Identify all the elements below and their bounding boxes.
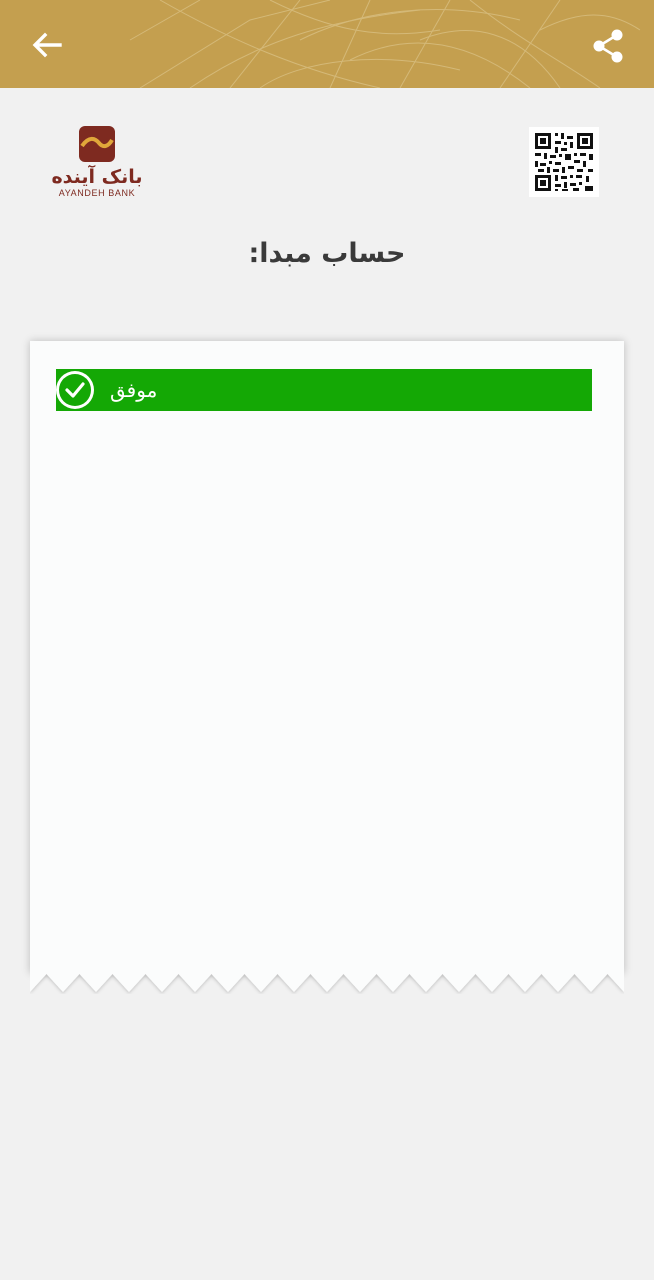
receipt-torn-edge xyxy=(30,972,624,992)
source-account-title: حساب مبدا: xyxy=(248,238,406,269)
app-header xyxy=(0,0,654,88)
status-label: موفق xyxy=(110,378,158,402)
qr-code-icon xyxy=(529,127,599,197)
arrow-left-icon xyxy=(32,32,62,58)
bank-logo-mark-icon xyxy=(79,126,115,162)
header-pattern xyxy=(129,0,641,88)
bank-logo: بانک آینده AYANDEH BANK xyxy=(50,124,144,206)
qr-code[interactable] xyxy=(529,127,599,197)
share-button[interactable] xyxy=(586,24,630,68)
bank-name-english: AYANDEH BANK xyxy=(58,188,136,198)
share-icon xyxy=(593,29,623,63)
receipt-card xyxy=(30,341,624,973)
back-button[interactable] xyxy=(26,24,68,66)
check-circle-icon xyxy=(56,371,94,409)
bank-name-persian: بانک آینده xyxy=(51,166,143,188)
